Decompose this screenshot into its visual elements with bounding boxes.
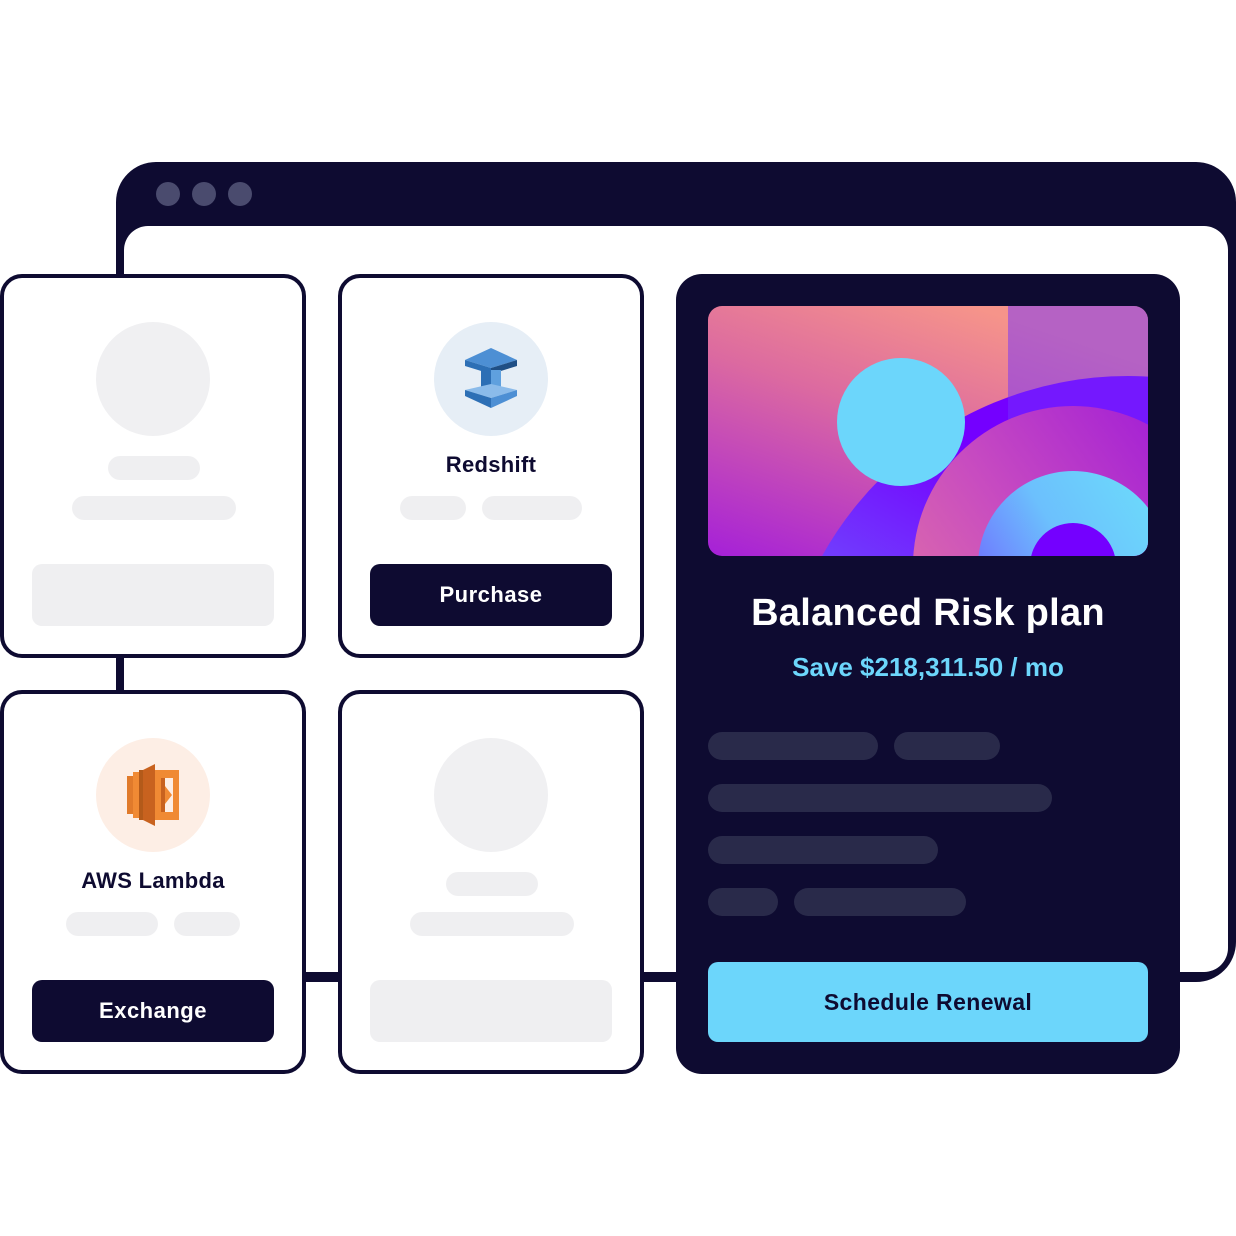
avatar-placeholder — [96, 322, 210, 436]
schedule-renewal-button[interactable]: Schedule Renewal — [708, 962, 1148, 1042]
plan-title: Balanced Risk plan — [751, 592, 1105, 634]
button-placeholder — [370, 980, 612, 1042]
text-placeholder — [66, 912, 158, 936]
button-placeholder — [32, 564, 274, 626]
card-title: Redshift — [445, 452, 537, 477]
window-control-dot — [192, 182, 216, 206]
plan-savings: Save $218,311.50 / mo — [792, 652, 1064, 682]
avatar-placeholder — [434, 738, 548, 852]
text-placeholder — [400, 496, 466, 520]
text-placeholder — [794, 888, 966, 916]
text-placeholder — [174, 912, 240, 936]
text-placeholder — [410, 912, 574, 936]
placeholder-card — [0, 274, 306, 658]
redshift-card: Redshift Purchase — [338, 274, 644, 658]
redshift-icon — [434, 322, 548, 436]
text-placeholder — [708, 836, 938, 864]
text-placeholder — [446, 872, 538, 896]
lambda-icon — [96, 738, 210, 852]
text-placeholder — [708, 784, 1052, 812]
window-control-dot — [156, 182, 180, 206]
card-title: AWS Lambda — [81, 868, 225, 893]
exchange-button[interactable]: Exchange — [32, 980, 274, 1042]
plan-card: Balanced Risk plan Save $218,311.50 / mo… — [676, 274, 1180, 1074]
window-control-dot — [228, 182, 252, 206]
text-placeholder — [72, 496, 236, 520]
text-placeholder — [708, 732, 878, 760]
lambda-card: AWS Lambda Exchange — [0, 690, 306, 1074]
text-placeholder — [894, 732, 1000, 760]
text-placeholder — [108, 456, 200, 480]
purchase-button[interactable]: Purchase — [370, 564, 612, 626]
plan-hero-image — [708, 306, 1148, 556]
placeholder-card — [338, 690, 644, 1074]
text-placeholder — [708, 888, 778, 916]
text-placeholder — [482, 496, 582, 520]
